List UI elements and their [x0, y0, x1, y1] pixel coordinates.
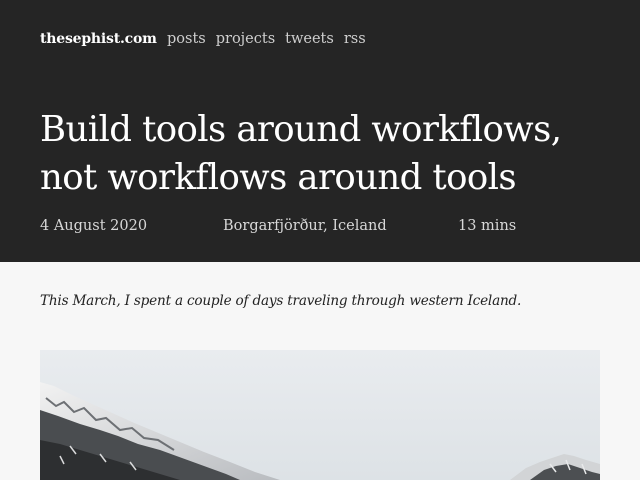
article-location: Borgarfjörður, Iceland — [223, 218, 387, 234]
article-read-time: 13 mins — [458, 218, 517, 234]
article-title: Build tools around workflows, not workfl… — [40, 106, 620, 202]
article-hero-photo — [40, 350, 600, 480]
nav-link-tweets[interactable]: tweets — [285, 31, 334, 47]
nav-link-projects[interactable]: projects — [216, 31, 275, 47]
nav-link-rss[interactable]: rss — [344, 31, 366, 47]
article-lead: This March, I spent a couple of days tra… — [40, 293, 522, 309]
article-title-line-2: not workflows around tools — [40, 157, 517, 198]
mountain-landscape-image — [40, 350, 600, 480]
nav-link-posts[interactable]: posts — [167, 31, 206, 47]
site-home-link[interactable]: thesephist.com — [40, 31, 157, 47]
article-title-line-1: Build tools around workflows, — [40, 109, 562, 150]
main-nav: posts projects tweets rss — [167, 31, 366, 47]
article-date: 4 August 2020 — [40, 218, 148, 234]
site-header: thesephist.com posts projects tweets rss… — [0, 0, 640, 262]
